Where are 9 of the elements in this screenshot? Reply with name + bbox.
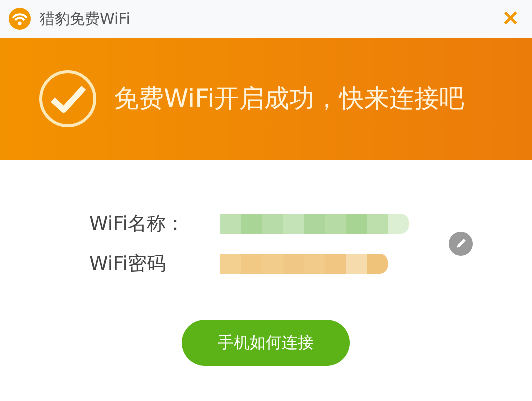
wifi-logo-icon bbox=[8, 7, 32, 31]
close-button[interactable]: × bbox=[498, 8, 524, 30]
field-label: WiFi密码 bbox=[90, 252, 167, 277]
success-message: 免费WiFi开启成功，快来连接吧 bbox=[114, 83, 465, 116]
connect-help-button[interactable]: 手机如何连接 bbox=[182, 320, 350, 366]
check-circle-icon bbox=[38, 69, 98, 129]
window-title: 猎豹免费WiFi bbox=[40, 8, 130, 30]
field-label: WiFi名称： bbox=[90, 212, 186, 237]
edit-icon[interactable] bbox=[448, 232, 472, 256]
